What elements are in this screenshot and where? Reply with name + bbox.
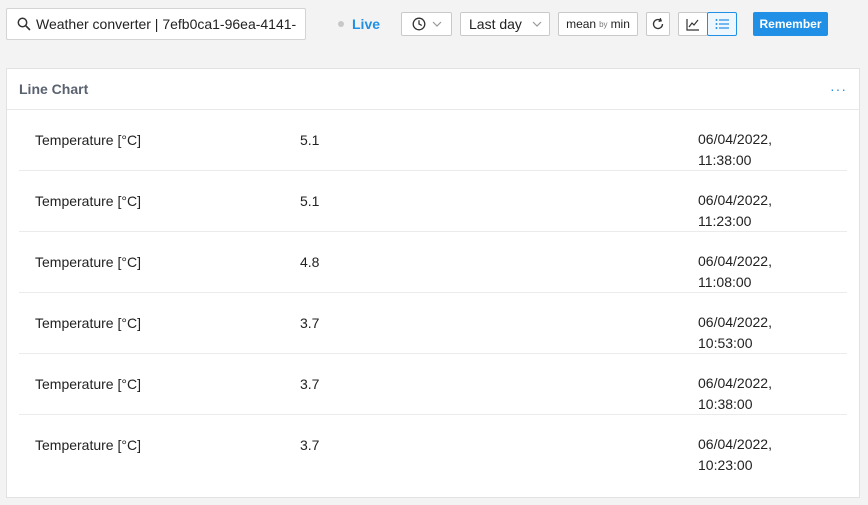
table-row: Temperature [°C] 5.1 06/04/2022, 11:38:00 <box>19 110 847 171</box>
series-name: Temperature [°C] <box>35 193 141 209</box>
refresh-icon <box>652 17 664 30</box>
line-chart-icon <box>686 18 699 31</box>
aggregation-button[interactable]: mean by min <box>558 12 638 36</box>
series-value: 3.7 <box>300 315 320 331</box>
data-list: Temperature [°C] 5.1 06/04/2022, 11:38:00 T… <box>7 110 859 476</box>
table-row: Temperature [°C] 5.1 06/04/2022, 11:23:00 <box>19 171 847 232</box>
table-row: Temperature [°C] 3.7 06/04/2022, 10:23:00 <box>19 415 847 476</box>
timestamp: 06/04/2022, 10:23:00 <box>698 436 772 473</box>
series-name: Temperature [°C] <box>35 254 141 270</box>
timestamp: 06/04/2022, 11:08:00 <box>698 253 772 290</box>
live-toggle[interactable]: Live <box>338 16 380 32</box>
series-name: Temperature [°C] <box>35 132 141 148</box>
series-value: 3.7 <box>300 437 320 453</box>
list-view-button[interactable] <box>707 12 737 36</box>
refresh-button[interactable] <box>646 12 670 36</box>
timestamp: 06/04/2022, 11:23:00 <box>698 192 772 229</box>
series-name: Temperature [°C] <box>35 315 141 331</box>
list-icon <box>715 19 729 29</box>
panel-header: Line Chart ··· <box>7 69 859 110</box>
series-value: 4.8 <box>300 254 320 270</box>
time-range-label: Last day <box>469 16 522 32</box>
search-input[interactable] <box>36 16 305 32</box>
timestamp: 06/04/2022, 11:38:00 <box>698 131 772 168</box>
timestamp: 06/04/2022, 10:38:00 <box>698 375 772 412</box>
chart-view-button[interactable] <box>678 12 708 36</box>
live-label: Live <box>352 16 381 32</box>
series-name: Temperature [°C] <box>35 376 141 392</box>
timestamp: 06/04/2022, 10:53:00 <box>698 314 772 351</box>
series-value: 5.1 <box>300 132 320 148</box>
time-mode-dropdown[interactable] <box>401 12 452 36</box>
panel-title: Line Chart <box>19 81 89 97</box>
search-icon <box>17 17 31 31</box>
toolbar: Live Last day mean by min Remember <box>0 0 868 50</box>
panel-menu-button[interactable]: ··· <box>830 82 847 96</box>
table-row: Temperature [°C] 4.8 06/04/2022, 11:08:00 <box>19 232 847 293</box>
series-value: 5.1 <box>300 193 320 209</box>
chevron-down-icon <box>432 21 441 27</box>
chevron-down-icon <box>532 21 542 27</box>
search-box[interactable] <box>6 8 306 40</box>
table-row: Temperature [°C] 3.7 06/04/2022, 10:53:00 <box>19 293 847 354</box>
aggregation-interval: min <box>610 17 630 31</box>
table-row: Temperature [°C] 3.7 06/04/2022, 10:38:00 <box>19 354 847 415</box>
clock-icon <box>412 17 425 31</box>
line-chart-panel: Line Chart ··· Temperature [°C] 5.1 06/04/… <box>6 68 860 498</box>
aggregation-function: mean <box>566 17 597 31</box>
series-value: 3.7 <box>300 376 320 392</box>
remember-button[interactable]: Remember <box>753 12 828 36</box>
aggregation-by: by <box>599 19 608 29</box>
live-status-dot <box>338 21 344 27</box>
time-range-dropdown[interactable]: Last day <box>460 12 550 36</box>
series-name: Temperature [°C] <box>35 437 141 453</box>
